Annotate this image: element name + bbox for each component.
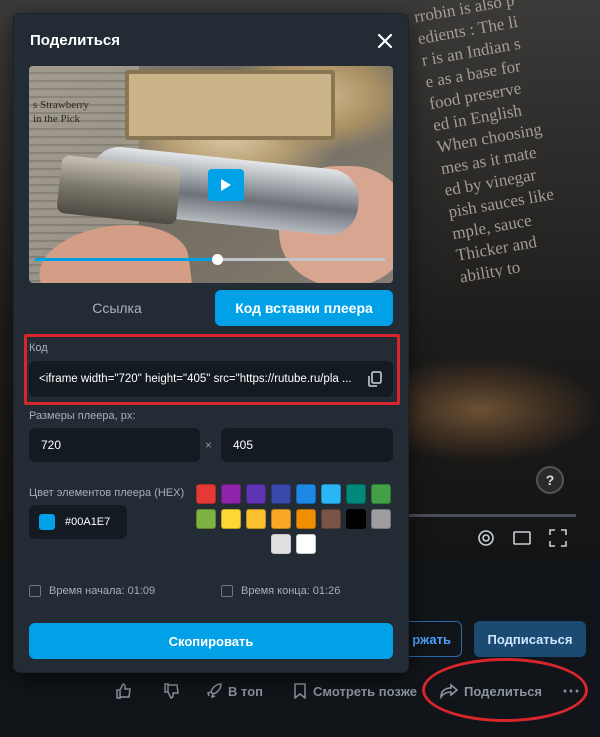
color-swatch[interactable] [346, 509, 366, 529]
preview-progress-bar[interactable] [35, 254, 385, 265]
color-swatch[interactable] [271, 534, 291, 554]
color-swatch[interactable] [221, 484, 241, 504]
share-icon [440, 683, 458, 699]
embed-code-field[interactable]: <iframe width="720" height="405" src="ht… [29, 361, 393, 397]
modal-title: Поделиться [30, 32, 121, 49]
preview-box [125, 70, 335, 140]
start-time-checkbox[interactable]: Время начала: 01:09 [29, 585, 155, 597]
hex-color-input[interactable]: #00A1E7 [29, 505, 127, 539]
top-label: В топ [228, 683, 263, 699]
end-time-box[interactable] [221, 585, 233, 597]
color-swatch[interactable] [246, 484, 266, 504]
more-button[interactable]: ⋯ [562, 674, 580, 708]
current-color-swatch [39, 514, 55, 530]
watch-later-label: Смотреть позже [313, 683, 417, 699]
video-actions-bar: В топ Смотреть позже Поделиться ⋯ [0, 674, 600, 708]
color-swatch[interactable] [296, 509, 316, 529]
color-swatch[interactable] [371, 484, 391, 504]
tab-embed-code[interactable]: Код вставки плеера [215, 290, 393, 326]
thumb-down-icon [164, 683, 179, 699]
start-time-label: Время начала: 01:09 [49, 585, 156, 597]
preview-progress-fill [35, 258, 217, 261]
color-swatch[interactable] [271, 509, 291, 529]
play-button[interactable] [208, 169, 244, 201]
hex-value: #00A1E7 [65, 516, 111, 528]
color-swatch[interactable] [221, 509, 241, 529]
paper-text-line: s Strawberry [33, 99, 89, 111]
preview-metal [56, 154, 182, 226]
bookmark-icon [294, 683, 306, 699]
size-label: Размеры плеера, px: [29, 410, 136, 422]
copy-icon[interactable] [357, 361, 393, 397]
color-swatch[interactable] [346, 484, 366, 504]
color-swatch[interactable] [271, 484, 291, 504]
channel-badge: ? [536, 466, 564, 494]
end-time-label: Время конца: 01:26 [241, 585, 341, 597]
video-progress-bar[interactable] [400, 514, 576, 517]
preview-paper-text: s Strawberry in the Pick [33, 98, 89, 126]
close-icon[interactable] [376, 32, 394, 50]
color-swatch[interactable] [196, 484, 216, 504]
size-separator: × [205, 438, 213, 452]
start-time-box[interactable] [29, 585, 41, 597]
share-label: Поделиться [464, 683, 543, 699]
thumb-up-icon [116, 683, 131, 699]
color-swatch[interactable] [196, 509, 216, 529]
settings-icon[interactable] [476, 528, 496, 548]
top-button[interactable]: В топ [206, 674, 263, 708]
watch-later-button[interactable]: Смотреть позже [293, 674, 417, 708]
tab-link[interactable]: Ссылка [29, 290, 205, 326]
fullscreen-icon[interactable] [548, 528, 568, 548]
color-label: Цвет элементов плеера (HEX) [29, 487, 185, 499]
width-input[interactable]: 720 [29, 428, 200, 462]
end-time-checkbox[interactable]: Время конца: 01:26 [221, 585, 340, 597]
color-swatch[interactable] [246, 509, 266, 529]
rocket-icon [207, 683, 222, 699]
partial-outline-button[interactable]: ржать [400, 621, 462, 657]
color-swatch[interactable] [321, 484, 341, 504]
share-button[interactable]: Поделиться [440, 674, 542, 708]
video-preview[interactable]: s Strawberry in the Pick [29, 66, 393, 283]
dislike-button[interactable] [164, 674, 180, 708]
color-swatch[interactable] [371, 509, 391, 529]
code-label: Код [29, 342, 48, 354]
copy-button[interactable]: Скопировать [29, 623, 393, 659]
preview-progress-knob[interactable] [212, 254, 223, 265]
embed-code-text[interactable]: <iframe width="720" height="405" src="ht… [29, 373, 357, 385]
paper-text-line: in the Pick [33, 113, 81, 125]
subscribe-button[interactable]: Подписаться [474, 621, 586, 657]
color-swatch[interactable] [321, 509, 341, 529]
color-swatch[interactable] [296, 534, 316, 554]
share-modal: Поделиться s Strawberry in the Pick Ссылк… [14, 14, 408, 672]
play-icon [221, 179, 231, 191]
color-swatch[interactable] [296, 484, 316, 504]
height-input[interactable]: 405 [221, 428, 393, 462]
like-button[interactable] [116, 674, 132, 708]
miniplayer-icon[interactable] [512, 528, 532, 548]
